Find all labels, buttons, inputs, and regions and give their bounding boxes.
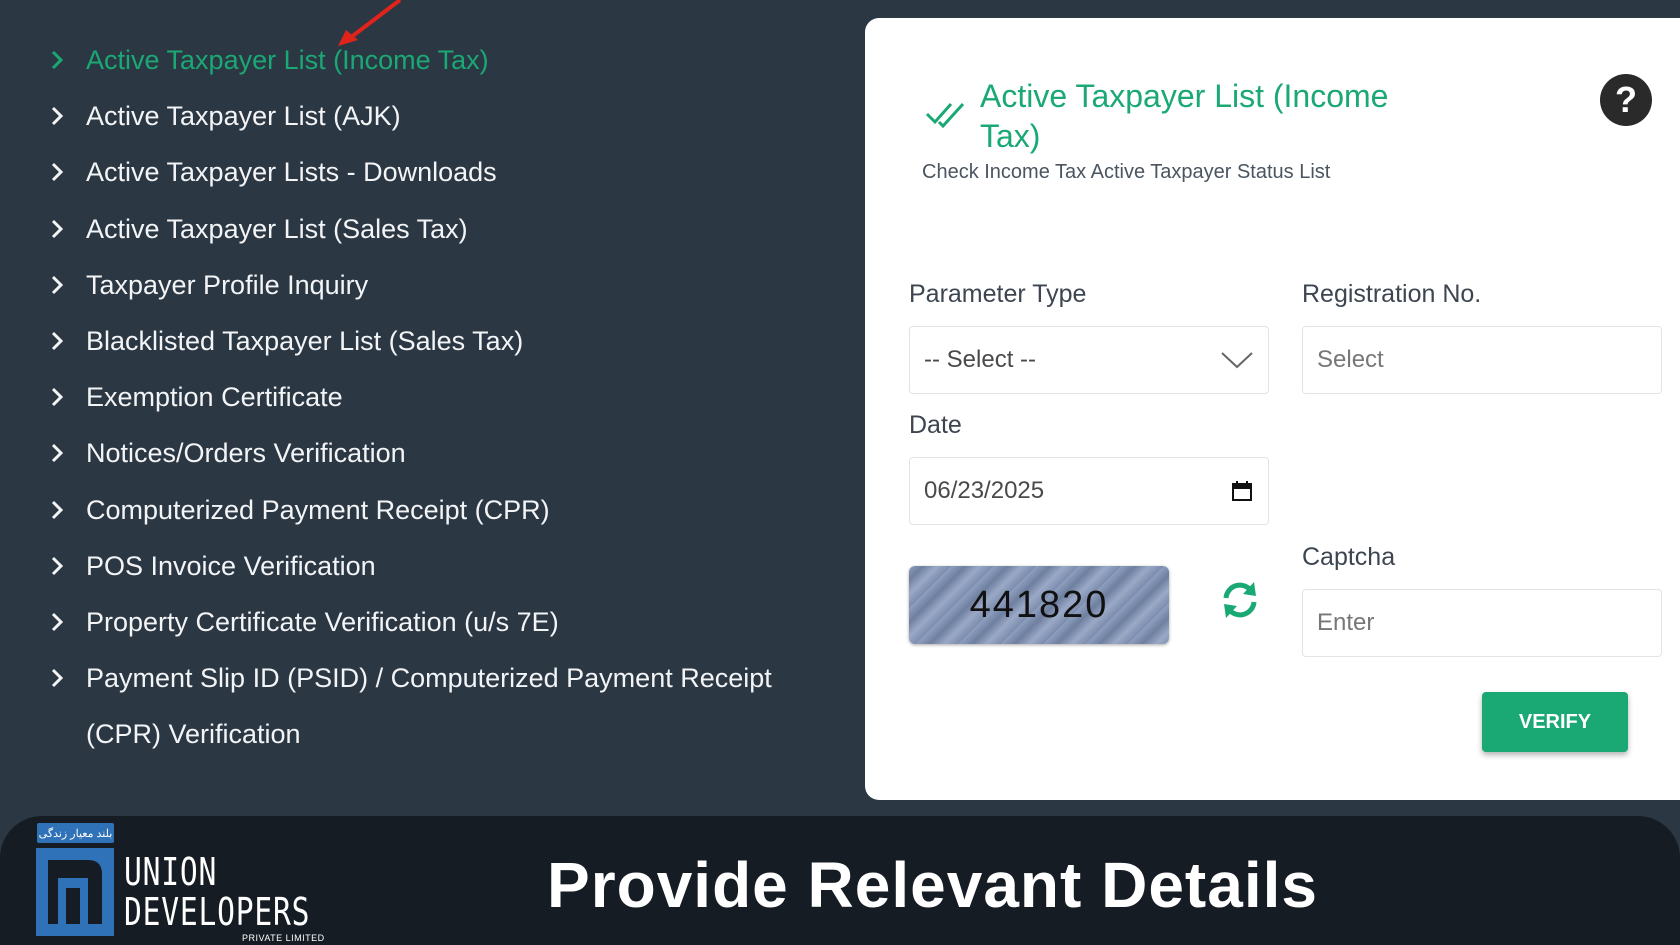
registration-no-placeholder: Select [1317,346,1384,373]
registration-no-input[interactable]: Select [1302,326,1662,394]
sidebar-item-label: Computerized Payment Receipt (CPR) [86,494,550,525]
sidebar-item-label: Payment Slip ID (PSID) / Computerized Pa… [86,663,772,750]
company-name-line1: UNION [124,850,218,894]
parameter-type-label: Parameter Type [909,280,1087,308]
sidebar-item-pos-invoice[interactable]: POS Invoice Verification [50,546,810,602]
parameter-type-value: -- Select -- [924,346,1037,373]
bottom-banner: بلند معیار زندگی UNION DEVELOPERS PRIVAT… [0,816,1680,945]
card-title: Active Taxpayer List (Income Tax) [980,78,1389,154]
sidebar-item-label: Active Taxpayer List (Sales Tax) [86,213,468,244]
double-check-icon [925,102,965,128]
chevron-right-icon [50,40,72,80]
sidebar-item-label: Property Certificate Verification (u/s 7… [86,606,559,637]
chevron-right-icon [50,490,72,530]
sidebar-item-label: Active Taxpayer Lists - Downloads [86,157,497,188]
chevron-right-icon [50,377,72,417]
card-subtitle: Check Income Tax Active Taxpayer Status … [922,161,1331,183]
date-value: 06/23/2025 [924,477,1045,504]
logo-tagline: بلند معیار زندگی [37,823,114,843]
sidebar-item-label: Taxpayer Profile Inquiry [86,269,369,300]
sidebar-item-taxpayer-profile-inquiry[interactable]: Taxpayer Profile Inquiry [50,265,810,321]
chevron-right-icon [50,265,72,305]
sidebar-item-label: Exemption Certificate [86,382,343,413]
sidebar-item-active-taxpayer-sales-tax[interactable]: Active Taxpayer List (Sales Tax) [50,209,810,265]
sidebar-item-label: POS Invoice Verification [86,550,376,581]
sidebar-item-active-taxpayer-ajk[interactable]: Active Taxpayer List (AJK) [50,96,810,152]
sidebar-item-label: Blacklisted Taxpayer List (Sales Tax) [86,325,524,356]
captcha-label: Captcha [1302,543,1396,571]
captcha-image: 441820 [909,566,1169,644]
chevron-right-icon [50,152,72,192]
parameter-type-select[interactable]: -- Select -- [909,326,1269,394]
company-name: UNION DEVELOPERS [124,852,310,932]
sidebar-item-label: Active Taxpayer List (AJK) [86,101,401,132]
company-suffix: PRIVATE LIMITED [242,933,325,943]
sidebar-item-blacklisted-taxpayer[interactable]: Blacklisted Taxpayer List (Sales Tax) [50,321,810,377]
chevron-right-icon [50,658,72,698]
sidebar-item-active-taxpayer-income-tax[interactable]: Active Taxpayer List (Income Tax) [50,40,810,96]
captcha-placeholder: Enter [1317,609,1375,636]
date-label: Date [909,411,962,439]
sidebar-item-cpr[interactable]: Computerized Payment Receipt (CPR) [50,490,810,546]
date-input[interactable]: 06/23/2025 [909,457,1269,525]
chevron-right-icon [50,209,72,249]
sidebar-item-notices-orders[interactable]: Notices/Orders Verification [50,433,810,489]
verification-card: Active Taxpayer List (Income Tax) Check … [865,18,1680,800]
refresh-icon[interactable] [1218,578,1262,622]
sidebar-item-exemption-certificate[interactable]: Exemption Certificate [50,377,810,433]
company-name-line2: DEVELOPERS [124,890,311,934]
banner-title: Provide Relevant Details [547,849,1318,921]
chevron-right-icon [50,96,72,136]
calendar-icon[interactable] [1230,479,1254,503]
union-developers-logo-icon [36,848,114,936]
chevron-down-icon [1221,352,1253,369]
sidebar-item-active-taxpayer-downloads[interactable]: Active Taxpayer Lists - Downloads [50,152,810,208]
captcha-input[interactable]: Enter [1302,589,1662,657]
chevron-right-icon [50,321,72,361]
chevron-right-icon [50,602,72,642]
chevron-right-icon [50,546,72,586]
sidebar-item-label: Active Taxpayer List (Income Tax) [86,45,489,75]
registration-no-label: Registration No. [1302,280,1482,308]
chevron-right-icon [50,433,72,473]
sidebar-item-label: Notices/Orders Verification [86,438,406,469]
verify-button[interactable]: VERIFY [1482,692,1628,752]
sidebar-menu: Active Taxpayer List (Income Tax) Active… [50,40,810,770]
help-icon[interactable]: ? [1600,74,1652,126]
sidebar-item-psid-cpr[interactable]: Payment Slip ID (PSID) / Computerized Pa… [50,658,810,770]
